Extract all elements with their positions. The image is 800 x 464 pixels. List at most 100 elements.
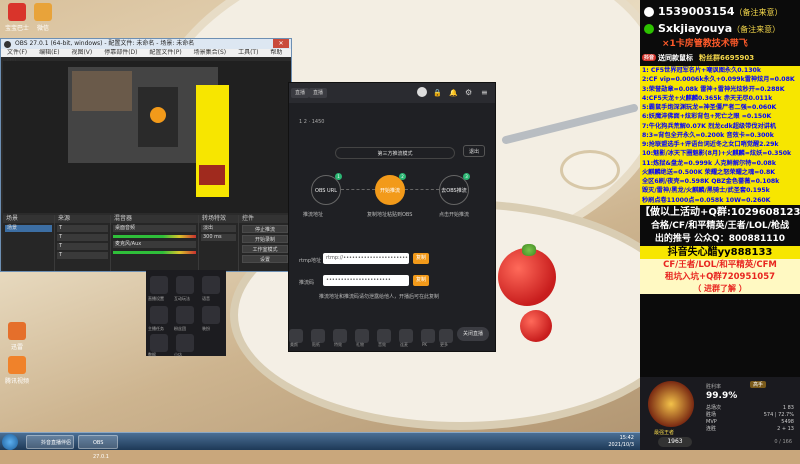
price-item: 4:CF5天龙+火麒麟0.365k 赤天无尽0.011k bbox=[642, 94, 773, 102]
contact-wechat: Sxkjiayouya（备注来意） bbox=[640, 21, 800, 38]
mixer-track-label: 麦克风/Aux bbox=[113, 241, 196, 248]
stream-app-window[interactable]: 直播 直播 🔒 🔔 ⚙ ≡ 1 2 · 1450 第三方推流模式 退出 OBS … bbox=[288, 82, 496, 352]
bell-icon[interactable]: 🔔 bbox=[449, 89, 458, 97]
menu-edit[interactable]: 编辑(E) bbox=[39, 49, 59, 56]
desktop-icon-4[interactable]: 腾讯视频 bbox=[4, 356, 30, 385]
menu-docks[interactable]: 停靠部件(D) bbox=[104, 49, 137, 56]
menu-scene-collection[interactable]: 场景集合(S) bbox=[194, 49, 227, 56]
wallpaper-bread bbox=[560, 150, 620, 190]
controls-panel: 控件 停止推流 开始录制 工作室模式 设置 bbox=[239, 215, 291, 271]
copy-key-button[interactable]: 复制 bbox=[413, 275, 429, 286]
transitions-header: 转场特效 bbox=[199, 215, 238, 223]
volume-meter bbox=[113, 235, 196, 238]
stat-row: 总场次 1 83 bbox=[706, 405, 794, 412]
group-line: 租坑入坑+Q群720951057 bbox=[640, 270, 800, 283]
transition-duration[interactable]: 300 ms bbox=[201, 234, 236, 241]
obs-title-bar[interactable]: OBS 27.0.1 (64-bit, windows) - 配置文件: 未命名… bbox=[1, 39, 291, 49]
dock-item-label: 直播设置 bbox=[148, 296, 164, 301]
source-item[interactable]: T bbox=[57, 252, 108, 259]
source-item[interactable]: T bbox=[57, 243, 108, 250]
menu-icon[interactable]: ≡ bbox=[481, 88, 488, 97]
stream-key-field[interactable]: •••••••••••••••••••••• bbox=[323, 275, 409, 286]
stat-key: 连胜 bbox=[706, 426, 717, 432]
settings-button[interactable]: 设置 bbox=[242, 255, 288, 263]
close-icon[interactable]: ✕ bbox=[273, 39, 289, 48]
obs-preview[interactable] bbox=[3, 61, 291, 213]
tab-live[interactable]: 直播 bbox=[291, 88, 310, 98]
dock-item-icon[interactable] bbox=[176, 334, 194, 352]
co-host-tool-icon[interactable] bbox=[399, 329, 413, 343]
taskbar-item[interactable]: 抖音直播伴侣 bbox=[26, 435, 74, 449]
dock-item-icon[interactable] bbox=[150, 306, 168, 324]
obs-logo-icon bbox=[4, 41, 11, 48]
dock-item-icon[interactable] bbox=[150, 334, 168, 352]
mixer-header: 混音器 bbox=[111, 215, 198, 223]
sticker-tool-icon[interactable] bbox=[311, 329, 325, 343]
stat-row: 胜场 574 | 72.7% bbox=[706, 412, 794, 419]
preview-side-card bbox=[199, 165, 225, 185]
copy-url-button[interactable]: 复制 bbox=[413, 253, 429, 264]
exit-mode-button[interactable]: 退出 bbox=[463, 145, 485, 157]
rank-stats: 总场次 1 83 胜场 574 | 72.7% MVP 5498 连胜 2 + … bbox=[706, 405, 794, 433]
tab-live-2[interactable]: 直播 bbox=[309, 88, 328, 98]
audio-tool-icon[interactable] bbox=[377, 329, 391, 343]
rtmp-url-field[interactable]: rtmp://•••••••••••••••••••••• bbox=[323, 253, 409, 264]
lock-icon[interactable]: 🔒 bbox=[433, 89, 442, 97]
taskbar-item[interactable]: OBS 27.0.1 bbox=[78, 435, 118, 460]
desktop-icon-3[interactable]: 迅雷 bbox=[4, 322, 30, 351]
obs-menu-bar: 文件(F) 编辑(E) 视图(V) 停靠部件(D) 配置文件(P) 场景集合(S… bbox=[1, 49, 291, 64]
contact-value: 1539003154 bbox=[658, 5, 735, 18]
end-live-button[interactable]: 关闭直播 bbox=[457, 327, 489, 341]
pk-tool-icon[interactable] bbox=[421, 329, 435, 343]
dock-item-icon[interactable] bbox=[150, 276, 168, 294]
dock-item-icon[interactable] bbox=[202, 276, 220, 294]
avatar[interactable] bbox=[417, 87, 427, 97]
system-tray[interactable]: 15:42 2021/10/3 bbox=[608, 435, 634, 449]
menu-profile[interactable]: 配置文件(P) bbox=[149, 49, 181, 56]
obs-window[interactable]: OBS 27.0.1 (64-bit, windows) - 配置文件: 未命名… bbox=[0, 38, 292, 272]
app-icon bbox=[34, 3, 52, 21]
start-button[interactable] bbox=[2, 434, 18, 450]
app-icon bbox=[8, 322, 26, 340]
source-item[interactable]: T bbox=[57, 225, 108, 232]
stream-key-label: 推流码 bbox=[299, 280, 315, 286]
winrate-value: 99.9% bbox=[706, 391, 738, 401]
menu-tools[interactable]: 工具(T) bbox=[238, 49, 258, 56]
more-tool-icon[interactable] bbox=[439, 329, 453, 343]
promo-row: 抖音 送同款鼠标 粉丝群6695903 bbox=[640, 51, 800, 64]
wallpaper-tomato-small bbox=[520, 310, 552, 342]
mixer-panel: 混音器 桌面音频 麦克风/Aux bbox=[111, 215, 199, 271]
menu-file[interactable]: 文件(F) bbox=[7, 49, 27, 56]
stat-key: MVP bbox=[706, 419, 717, 425]
tagline: ×1卡房管教技术带飞 bbox=[662, 39, 748, 49]
desktop-icon-label: 迅雷 bbox=[10, 344, 23, 351]
clock-time: 15:42 bbox=[619, 435, 634, 441]
stat-key: 胜场 bbox=[706, 412, 717, 418]
sources-header: 来源 bbox=[55, 215, 110, 223]
scene-item[interactable]: 场景 bbox=[5, 225, 52, 232]
stop-stream-button[interactable]: 停止推流 bbox=[242, 225, 288, 233]
step-badge: 1 bbox=[335, 173, 342, 180]
effects-tool-icon[interactable] bbox=[333, 329, 347, 343]
gift-tool-icon[interactable] bbox=[355, 329, 369, 343]
menu-view[interactable]: 视图(V) bbox=[71, 49, 92, 56]
desktop-icon-label: 宝宝巴士 bbox=[4, 25, 29, 32]
step-label: 去OBS推流 bbox=[441, 188, 467, 194]
beauty-tool-icon[interactable] bbox=[289, 329, 303, 343]
studio-mode-button[interactable]: 工作室模式 bbox=[242, 245, 288, 253]
rank-score: 1963 bbox=[658, 437, 692, 447]
promo-left: 送同款鼠标 bbox=[658, 53, 694, 62]
sources-panel: 来源 T T T T bbox=[55, 215, 111, 271]
dock-item-icon[interactable] bbox=[176, 306, 194, 324]
step-connector bbox=[405, 189, 439, 190]
transition-select[interactable]: 淡出 bbox=[201, 225, 236, 232]
start-recording-button[interactable]: 开始录制 bbox=[242, 235, 288, 243]
desktop-icon-2[interactable]: 微信 bbox=[30, 3, 56, 32]
price-item: 秒刷点卷11000点=0.058k 10W=0.260K bbox=[642, 196, 771, 204]
dock-item-icon[interactable] bbox=[176, 276, 194, 294]
desktop-icon-1[interactable]: 宝宝巴士 bbox=[4, 3, 30, 32]
source-item[interactable]: T bbox=[57, 234, 108, 241]
dock-item-icon[interactable] bbox=[202, 306, 220, 324]
gear-icon[interactable]: ⚙ bbox=[465, 88, 472, 97]
stream-overlay-panel: 1539003154（备注来意） Sxkjiayouya（备注来意） ×1卡房管… bbox=[640, 0, 800, 450]
